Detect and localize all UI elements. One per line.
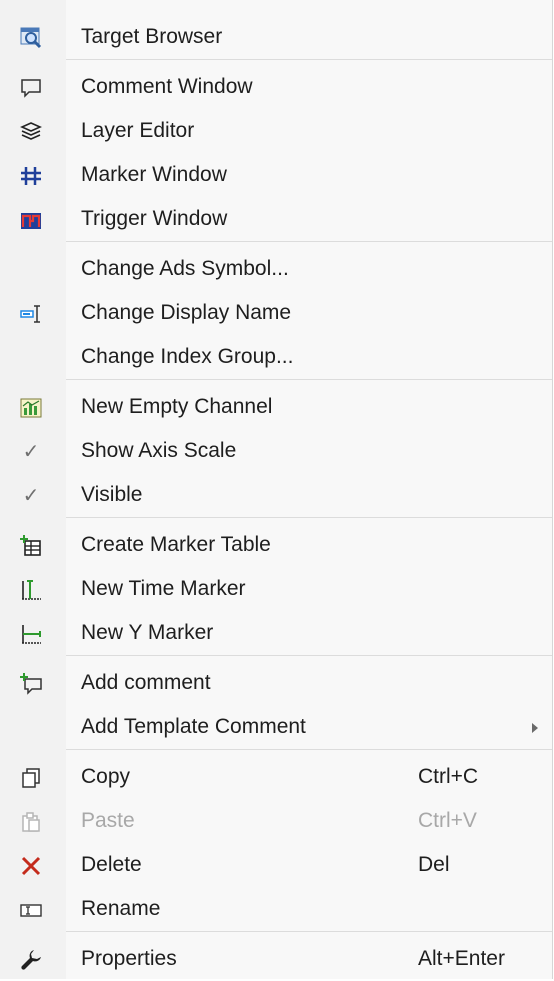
menu-item-label: Layer Editor [81, 119, 195, 142]
menu-item-label: Rename [81, 897, 161, 920]
menu-item-new-y-marker[interactable]: New Y Marker [0, 611, 552, 655]
menu-item-new-empty-channel[interactable]: New Empty Channel [0, 385, 552, 429]
menu-item-label: Create Marker Table [81, 533, 271, 556]
menu-item-label: Marker Window [81, 163, 227, 186]
menu-item-layer-editor[interactable]: Layer Editor [0, 109, 552, 153]
menu-item-properties[interactable]: Properties Alt+Enter [0, 937, 552, 981]
menu-item-label: Change Display Name [81, 301, 292, 324]
y-marker-icon [19, 622, 43, 646]
menu-item-trigger-window[interactable]: Trigger Window [0, 197, 552, 241]
menu-item-change-display-name[interactable]: Change Display Name [0, 291, 552, 335]
menu-separator [66, 517, 552, 518]
menu-item-paste[interactable]: Paste Ctrl+V [0, 799, 552, 843]
shortcut-text: Alt+Enter [418, 947, 505, 970]
menu-item-add-template-comment[interactable]: Add Template Comment [0, 705, 552, 749]
menu-separator [66, 379, 552, 380]
target-browser-icon [19, 26, 43, 50]
menu-separator [66, 749, 552, 750]
menu-item-copy[interactable]: Copy Ctrl+C [0, 755, 552, 799]
create-marker-table-icon [19, 534, 43, 558]
checkmark-icon: ✓ [19, 484, 43, 508]
marker-window-icon [19, 164, 43, 188]
checkmark-icon: ✓ [19, 440, 43, 464]
menu-item-marker-window[interactable]: Marker Window [0, 153, 552, 197]
delete-icon [19, 854, 43, 878]
menu-item-label: Visible [81, 483, 143, 506]
shortcut-text: Ctrl+C [418, 765, 479, 788]
menu-item-change-ads-symbol[interactable]: Change Ads Symbol... [0, 247, 552, 291]
rename-icon [19, 898, 43, 922]
menu-item-create-marker-table[interactable]: Create Marker Table [0, 523, 552, 567]
menu-separator [66, 59, 552, 60]
menu-item-label: New Empty Channel [81, 395, 273, 418]
menu-item-label: Delete [81, 853, 142, 876]
paste-icon [19, 810, 43, 834]
menu-item-label: Comment Window [81, 75, 253, 98]
shortcut-text: Del [418, 853, 450, 876]
menu-separator [66, 241, 552, 242]
rename-cursor-icon [19, 302, 43, 326]
copy-icon [19, 766, 43, 790]
menu-item-show-axis-scale[interactable]: ✓ Show Axis Scale [0, 429, 552, 473]
checkmark-glyph: ✓ [22, 441, 40, 463]
menu-item-label: Trigger Window [81, 207, 228, 230]
menu-item-label: Target Browser [81, 25, 223, 48]
checkmark-glyph: ✓ [22, 485, 40, 507]
new-channel-icon [19, 396, 43, 420]
shortcut-text: Ctrl+V [418, 809, 477, 832]
menu-item-label: Add Template Comment [81, 715, 306, 738]
menu-item-visible[interactable]: ✓ Visible [0, 473, 552, 517]
menu-separator [66, 655, 552, 656]
wrench-icon [19, 948, 43, 972]
context-menu: Target Browser Comment Window Layer Edit… [0, 0, 553, 979]
menu-item-add-comment[interactable]: Add comment [0, 661, 552, 705]
comment-window-icon [19, 76, 43, 100]
menu-item-rename[interactable]: Rename [0, 887, 552, 931]
menu-item-new-time-marker[interactable]: New Time Marker [0, 567, 552, 611]
menu-item-label: Add comment [81, 671, 211, 694]
menu-item-label: Paste [81, 809, 135, 832]
menu-item-delete[interactable]: Delete Del [0, 843, 552, 887]
menu-separator [66, 931, 552, 932]
menu-item-label: Properties [81, 947, 177, 970]
menu-item-label: Change Ads Symbol... [81, 257, 289, 280]
menu-item-label: Show Axis Scale [81, 439, 237, 462]
trigger-window-icon [19, 208, 43, 232]
menu-item-target-browser[interactable]: Target Browser [0, 15, 552, 59]
menu-item-comment-window[interactable]: Comment Window [0, 65, 552, 109]
menu-item-label: New Time Marker [81, 577, 246, 600]
layer-editor-icon [19, 120, 43, 144]
menu-item-change-index-group[interactable]: Change Index Group... [0, 335, 552, 379]
menu-item-label: Change Index Group... [81, 345, 294, 368]
time-marker-icon [19, 578, 43, 602]
menu-item-label: New Y Marker [81, 621, 214, 644]
menu-item-label: Copy [81, 765, 131, 788]
submenu-arrow-icon [532, 723, 538, 733]
add-comment-icon [19, 672, 43, 696]
